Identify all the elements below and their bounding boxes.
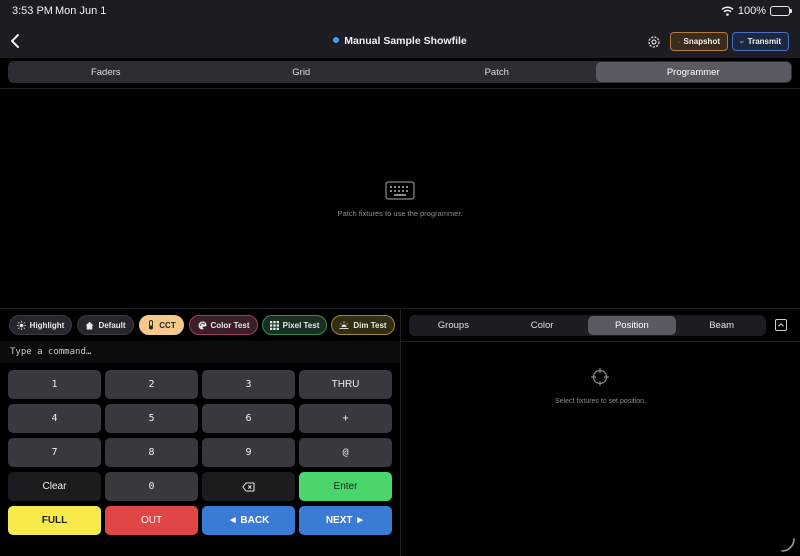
tab-position[interactable]: Position bbox=[587, 316, 677, 335]
cct-chip[interactable]: CCT bbox=[139, 315, 184, 335]
enter-button[interactable]: Enter bbox=[299, 472, 392, 501]
snapshot-label: Snapshot bbox=[683, 37, 720, 46]
dim-test-label: Dim Test bbox=[353, 320, 387, 330]
backspace-button[interactable] bbox=[202, 472, 295, 501]
key-0[interactable]: 0 bbox=[105, 472, 198, 501]
snapshot-icon bbox=[678, 40, 680, 43]
highlight-chip[interactable]: Highlight bbox=[9, 315, 72, 335]
snapshot-button[interactable]: Snapshot bbox=[670, 32, 728, 51]
attribute-tabs: Groups Color Position Beam bbox=[409, 315, 766, 336]
divider bbox=[401, 341, 800, 342]
key-4[interactable]: 4 bbox=[8, 404, 101, 433]
crosshair-icon bbox=[591, 368, 609, 386]
key-2[interactable]: 2 bbox=[105, 370, 198, 399]
key-3[interactable]: 3 bbox=[202, 370, 295, 399]
status-right: 100% bbox=[721, 5, 792, 17]
pixel-test-chip[interactable]: Pixel Test bbox=[262, 315, 327, 335]
status-time: 3:53 PM bbox=[12, 5, 53, 17]
keyboard-icon bbox=[385, 181, 415, 200]
tab-programmer[interactable]: Programmer bbox=[595, 62, 791, 82]
expand-icon[interactable] bbox=[775, 319, 787, 331]
resize-handle-icon[interactable] bbox=[778, 537, 796, 553]
command-bar bbox=[0, 341, 400, 363]
key-9[interactable]: 9 bbox=[202, 438, 295, 467]
key-5[interactable]: 5 bbox=[105, 404, 198, 433]
divider bbox=[400, 309, 401, 556]
tab-faders[interactable]: Faders bbox=[8, 61, 204, 83]
wifi-icon bbox=[721, 6, 734, 16]
clear-button[interactable]: Clear bbox=[8, 472, 101, 501]
header: Manual Sample Showfile Snapshot Transmit bbox=[0, 24, 800, 58]
palette-icon bbox=[198, 321, 207, 329]
status-dot-icon bbox=[333, 37, 340, 43]
antenna-icon bbox=[740, 40, 744, 44]
pixel-test-label: Pixel Test bbox=[282, 320, 320, 330]
battery-percent: 100% bbox=[737, 5, 766, 17]
gear-icon[interactable] bbox=[646, 34, 662, 50]
showfile-title: Manual Sample Showfile bbox=[344, 35, 467, 47]
house-icon bbox=[85, 321, 94, 329]
sun-icon bbox=[16, 320, 26, 330]
color-test-chip[interactable]: Color Test bbox=[189, 315, 258, 335]
tab-groups[interactable]: Groups bbox=[409, 315, 498, 336]
position-empty-message: Select fixtures to set position. bbox=[554, 398, 647, 405]
key-plus[interactable]: + bbox=[299, 404, 392, 433]
grid-icon bbox=[269, 320, 279, 330]
cct-label: CCT bbox=[159, 320, 176, 330]
command-input[interactable] bbox=[10, 345, 390, 359]
tab-grid[interactable]: Grid bbox=[204, 61, 400, 83]
backspace-icon bbox=[242, 482, 255, 491]
key-at[interactable]: @ bbox=[299, 438, 392, 467]
color-test-label: Color Test bbox=[210, 320, 250, 330]
out-button[interactable]: OUT bbox=[105, 506, 198, 535]
battery-icon bbox=[770, 6, 792, 16]
tab-color[interactable]: Color bbox=[498, 315, 587, 336]
key-8[interactable]: 8 bbox=[105, 438, 198, 467]
back-button[interactable]: ◄ BACK bbox=[202, 506, 295, 535]
default-label: Default bbox=[98, 320, 126, 330]
status-bar: 3:53 PM Mon Jun 1 100% bbox=[0, 0, 800, 24]
full-button[interactable]: FULL bbox=[8, 506, 101, 535]
status-date: Mon Jun 1 bbox=[55, 5, 107, 17]
key-6[interactable]: 6 bbox=[202, 404, 295, 433]
dim-test-chip[interactable]: Dim Test bbox=[331, 315, 395, 335]
programmer-empty-message: Patch fixtures to use the programmer. bbox=[337, 209, 463, 218]
key-thru[interactable]: THRU bbox=[299, 370, 392, 399]
default-chip[interactable]: Default bbox=[77, 315, 134, 335]
tab-beam[interactable]: Beam bbox=[677, 315, 766, 336]
tab-patch[interactable]: Patch bbox=[399, 61, 595, 83]
key-1[interactable]: 1 bbox=[8, 370, 101, 399]
next-button[interactable]: NEXT ► bbox=[299, 506, 392, 535]
key-7[interactable]: 7 bbox=[8, 438, 101, 467]
sunset-icon bbox=[339, 321, 349, 329]
highlight-label: Highlight bbox=[29, 320, 65, 330]
transmit-label: Transmit bbox=[747, 37, 781, 46]
main-tabs: Faders Grid Patch Programmer bbox=[8, 61, 792, 83]
transmit-button[interactable]: Transmit bbox=[732, 32, 789, 51]
thermometer-icon bbox=[149, 320, 154, 330]
